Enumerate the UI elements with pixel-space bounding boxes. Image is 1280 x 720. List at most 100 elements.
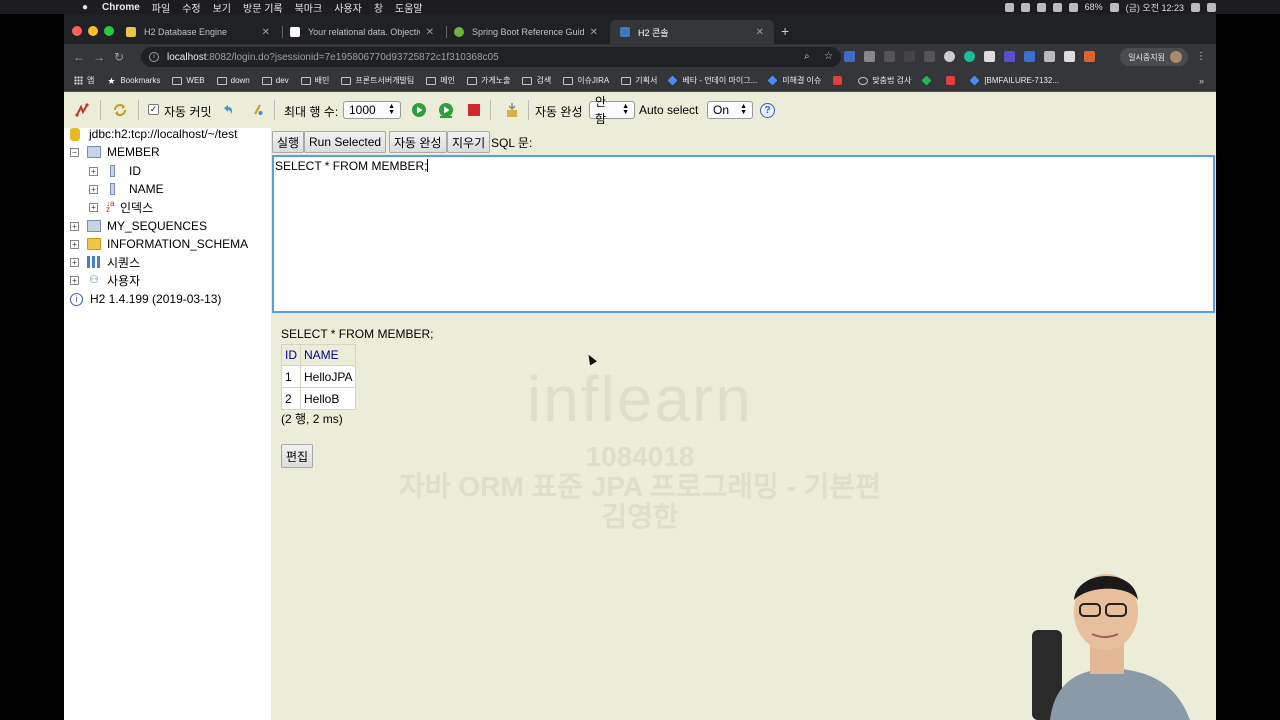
column-header[interactable]: ID [281,344,301,366]
bookmark-item[interactable] [946,76,959,85]
extension-icon[interactable] [1004,51,1015,62]
bookmark-star-icon[interactable]: ☆ [824,51,835,62]
bookmark-item[interactable]: 베타 - 언데이 마이그... [667,75,757,86]
tree-indexes[interactable]: + ↓a z 인덱스 [89,198,153,216]
bookmark-item[interactable]: 배민 [300,75,329,86]
battery-percent[interactable]: 68% [1085,2,1103,12]
autocomplete-button[interactable]: 자동 완성 [389,131,447,153]
status-icon[interactable] [1036,2,1046,12]
autoselect-select[interactable]: On ▲ ▼ [707,101,753,119]
back-arrow-icon[interactable]: ← [69,50,89,64]
notification-center-icon[interactable] [1207,2,1216,12]
expand-icon[interactable]: + [70,221,79,231]
rollback-icon[interactable] [220,102,236,118]
tree-column-name[interactable]: + NAME [89,180,164,198]
max-rows-select[interactable]: 1000 ▲ ▼ [343,101,401,119]
run-selected-button[interactable]: Run Selected [304,131,387,153]
expand-icon[interactable]: + [89,202,98,212]
bookmark-item[interactable]: 이슈JIRA [563,75,609,86]
extension-icon[interactable] [1084,51,1095,62]
volume-icon[interactable] [1068,2,1078,12]
tree-table-member[interactable]: − MEMBER [70,143,160,161]
tree-users[interactable]: + ⚇ 사용자 [70,271,140,289]
address-bar[interactable]: i localhost :8082/login.do?jsessionid=7e… [141,47,841,67]
tree-column-id[interactable]: + ID [89,162,141,180]
menubar-item-bookmarks[interactable]: 북마크 [295,0,323,15]
bookmark-item[interactable]: 메인 [426,75,455,86]
menubar-item-window[interactable]: 창 [374,0,383,15]
column-header[interactable]: NAME [299,344,357,366]
extension-icon[interactable] [944,51,955,62]
extension-icon[interactable] [904,51,915,62]
sql-editor[interactable]: SELECT * FROM MEMBER; [272,155,1215,313]
menubar-item-people[interactable]: 사용자 [334,0,362,15]
menubar-item-edit[interactable]: 수정 [182,0,200,15]
bookmark-item[interactable]: 앱 [74,75,94,86]
bookmark-item[interactable]: 미해결 이슈 [767,75,821,86]
input-source-icon[interactable] [1109,2,1119,12]
help-icon[interactable]: ? [760,103,775,118]
refresh-icon[interactable] [112,102,128,118]
extension-icon[interactable] [1064,51,1075,62]
translate-extension-icon[interactable] [844,51,855,62]
disconnect-icon[interactable] [74,102,90,118]
menubar-item-help[interactable]: 도움말 [395,0,423,15]
more-menu-icon[interactable]: ⋮ [1196,51,1206,62]
bookmark-item[interactable]: down [216,76,250,85]
extension-icon[interactable] [1044,51,1055,62]
run-selected-icon[interactable] [438,102,454,118]
tab-spring-boot-reference[interactable]: Spring Boot Reference Guide ✕ [444,20,608,44]
menubar-clock[interactable]: (금) 오전 12:23 [1126,1,1184,14]
bookmark-item[interactable]: 맞춤법 검사 [858,75,911,86]
extension-icon[interactable] [864,51,875,62]
profile-button[interactable]: 일시중지됨 [1120,48,1188,66]
extension-icon[interactable] [924,51,935,62]
collapse-icon[interactable]: − [70,147,79,157]
tree-information-schema[interactable]: + INFORMATION_SCHEMA [70,235,248,253]
bookmark-item[interactable]: 가게노출 [467,75,510,86]
expand-icon[interactable]: + [70,239,79,249]
close-tab-icon[interactable]: ✕ [262,27,270,38]
expand-icon[interactable]: + [70,257,79,267]
close-tab-icon[interactable]: ✕ [426,27,434,38]
status-icon[interactable] [1020,2,1030,12]
menubar-item-file[interactable]: 파일 [152,0,170,15]
menubar-app-name[interactable]: Chrome [102,2,140,13]
bookmark-item[interactable]: 기획서 [621,75,657,86]
expand-icon[interactable]: + [70,275,79,285]
status-icon[interactable] [1004,2,1014,12]
bookmark-item[interactable]: ★ Bookmarks [106,76,160,85]
tab-h2-console[interactable]: H2 콘솔 ✕ [610,20,774,44]
run-button[interactable]: 실행 [272,131,305,153]
tab-relational-data[interactable]: Your relational data. Objectivel ✕ [280,20,444,44]
tree-my-sequences[interactable]: + MY_SEQUENCES [70,217,207,235]
close-tab-icon[interactable]: ✕ [590,27,598,38]
clear-button[interactable]: 지우기 [447,131,491,153]
bookmark-item[interactable] [833,76,846,85]
extension-icon[interactable] [1024,51,1035,62]
apple-icon[interactable]: ● [78,2,92,13]
tree-connection[interactable]: jdbc:h2:tcp://localhost/~/test [70,125,237,143]
search-icon[interactable]: ⌕ [804,51,815,62]
extension-icon[interactable] [984,51,995,62]
bookmark-item[interactable]: dev [261,76,289,85]
close-tab-icon[interactable]: ✕ [756,27,764,38]
bookmark-item[interactable]: 프론트서버개발팀 [341,75,414,86]
tab-h2-database-engine[interactable]: H2 Database Engine ✕ [116,20,280,44]
bookmark-item[interactable] [921,75,934,86]
tree-sequences[interactable]: + 시퀀스 [70,253,140,271]
site-info-icon[interactable]: i [149,52,159,62]
expand-icon[interactable]: + [89,166,98,176]
zoom-window-button[interactable] [104,26,114,36]
minimize-window-button[interactable] [88,26,98,36]
spotlight-icon[interactable] [1191,2,1200,12]
menubar-item-history[interactable]: 방문 기록 [243,0,283,15]
more-bookmarks-icon[interactable]: » [1199,76,1204,86]
commit-icon[interactable] [250,102,266,118]
close-window-button[interactable] [72,26,82,36]
extension-icon[interactable] [884,51,895,62]
run-icon[interactable] [411,102,427,118]
expand-icon[interactable]: + [89,184,98,194]
edit-button[interactable]: 편집 [281,444,314,468]
autocommit-checkbox[interactable]: ✓ [148,104,159,115]
